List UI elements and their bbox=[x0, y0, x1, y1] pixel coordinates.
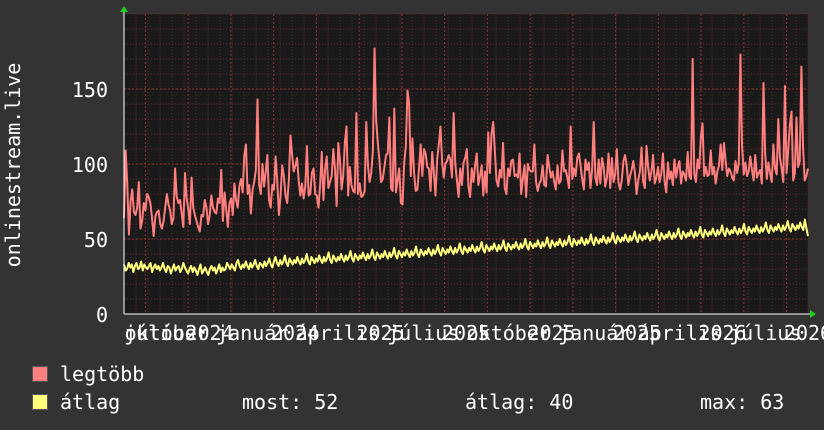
legend-item-legtobb: legtöbb bbox=[32, 362, 144, 386]
legend-swatch-legtobb bbox=[32, 366, 48, 382]
legend-label-atlag: átlag bbox=[60, 390, 121, 414]
stat-max: max: 63 bbox=[700, 390, 784, 414]
y-tick-label: 0 bbox=[96, 303, 108, 327]
stat-average-label: átlag: bbox=[465, 390, 538, 414]
stat-now-value: 52 bbox=[314, 390, 339, 414]
y-axis-title: onlinestream.live bbox=[1, 63, 25, 268]
stat-now-label: most: bbox=[242, 390, 303, 414]
y-tick-label: 50 bbox=[84, 228, 108, 252]
x-tick-label: 2026 bbox=[784, 321, 824, 345]
y-tick-label: 100 bbox=[72, 153, 108, 177]
stat-max-value: 63 bbox=[760, 390, 785, 414]
legend-item-atlag: átlag bbox=[32, 390, 120, 414]
stat-average: átlag: 40 bbox=[465, 390, 573, 414]
legend-swatch-atlag bbox=[32, 394, 48, 410]
legend-label-legtobb: legtöbb bbox=[60, 362, 145, 386]
stat-max-label: max: bbox=[700, 390, 749, 414]
stat-average-value: 40 bbox=[549, 390, 574, 414]
chart-root: 0 50 100 150 július október 2024 január 2024 ápri… bbox=[0, 0, 824, 430]
y-tick-label: 150 bbox=[72, 78, 108, 102]
stat-now: most: 52 bbox=[242, 390, 338, 414]
x-axis-arrow bbox=[810, 310, 816, 318]
y-axis-arrow bbox=[120, 6, 128, 12]
